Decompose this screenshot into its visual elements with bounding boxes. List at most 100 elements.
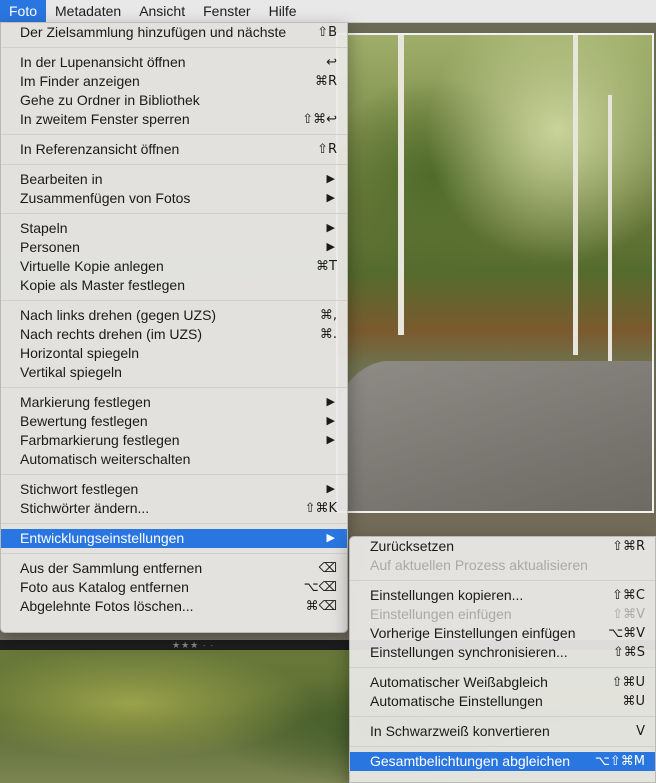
menu-separator [350, 716, 655, 717]
menu-item-label: Automatisch weiterschalten [20, 451, 191, 467]
menu-item-in-schwarzweiss-konvertieren[interactable]: In Schwarzweiß konvertieren V [350, 722, 655, 741]
menu-item-stapeln[interactable]: Stapeln ▶ [1, 219, 347, 238]
shortcut-label: ⌘. [319, 327, 337, 342]
menu-item-label: In zweitem Fenster sperren [20, 111, 190, 127]
develop-settings-submenu: Zurücksetzen ⇧⌘R Auf aktuellen Prozess akt… [349, 536, 656, 783]
menu-item-label: Einstellungen synchronisieren... [370, 644, 568, 660]
menu-separator [1, 474, 347, 475]
menu-item-entwicklungseinstellungen[interactable]: Entwicklungseinstellungen ▶ [1, 529, 347, 548]
menu-separator [350, 667, 655, 668]
shortcut-label: V [636, 724, 645, 739]
submenu-arrow-icon: ▶ [326, 532, 335, 544]
menu-item-im-finder-anzeigen[interactable]: Im Finder anzeigen ⌘R [1, 72, 347, 91]
menu-item-in-referenzansicht-offnen[interactable]: In Referenzansicht öffnen ⇧R [1, 140, 347, 159]
menu-item-der-zielsammlung-hinzufugen-und-nachste[interactable]: Der Zielsammlung hinzufügen und nächste ⇧… [1, 23, 347, 42]
shortcut-label: ⌥⇧⌘M [594, 754, 645, 769]
submenu-arrow-icon: ▶ [326, 415, 335, 427]
menu-item-virtuelle-kopie-anlegen[interactable]: Virtuelle Kopie anlegen ⌘T [1, 257, 347, 276]
birch-trunk [608, 95, 612, 365]
photo-preview[interactable] [336, 33, 654, 513]
shortcut-label: ⇧⌘C [612, 588, 645, 603]
shortcut-label: ⇧⌘↩ [302, 112, 337, 127]
menu-item-farbmarkierung-festlegen[interactable]: Farbmarkierung festlegen ▶ [1, 431, 347, 450]
menu-item-kopie-als-master-festlegen[interactable]: Kopie als Master festlegen [1, 276, 347, 295]
menu-item-label: In der Lupenansicht öffnen [20, 54, 186, 70]
menu-item-einstellungen-synchronisieren[interactable]: Einstellungen synchronisieren... ⇧⌘S [350, 643, 655, 662]
birch-trunk [573, 35, 578, 355]
menu-item-label: Einstellungen kopieren... [370, 587, 524, 603]
menu-item-label: Gesamtbelichtungen abgleichen [370, 753, 571, 769]
menu-separator [350, 746, 655, 747]
shortcut-label: ⌘T [316, 259, 337, 274]
menubar-item-fenster[interactable]: Fenster [194, 0, 259, 22]
shortcut-label: ⌘, [319, 308, 337, 323]
menu-separator [1, 523, 347, 524]
menu-separator [1, 47, 347, 48]
rating-stars[interactable]: ★★★ · · [172, 640, 214, 650]
menu-item-gehe-zu-ordner-in-bibliothek[interactable]: Gehe zu Ordner in Bibliothek [1, 91, 347, 110]
submenu-arrow-icon: ▶ [326, 434, 335, 446]
menu-separator [1, 213, 347, 214]
submenu-arrow-icon: ▶ [326, 173, 335, 185]
shortcut-label: ⌘R [314, 74, 337, 89]
menu-item-label: Im Finder anzeigen [20, 73, 140, 89]
menu-item-label: Gehe zu Ordner in Bibliothek [20, 92, 200, 108]
menu-item-einstellungen-kopieren[interactable]: Einstellungen kopieren... ⇧⌘C [350, 586, 655, 605]
shortcut-label: ⌘⌫ [305, 599, 337, 614]
menu-item-abgelehnte-fotos-loschen[interactable]: Abgelehnte Fotos löschen... ⌘⌫ [1, 597, 347, 616]
menubar-item-metadaten[interactable]: Metadaten [46, 0, 130, 22]
menu-separator [1, 164, 347, 165]
menu-item-label: Virtuelle Kopie anlegen [20, 258, 164, 274]
menu-item-zurucksetzen[interactable]: Zurücksetzen ⇧⌘R [350, 537, 655, 556]
menu-separator [1, 553, 347, 554]
menu-item-label: Vorherige Einstellungen einfügen [370, 625, 576, 641]
shortcut-label: ⇧⌘U [611, 675, 645, 690]
menu-item-bewertung-festlegen[interactable]: Bewertung festlegen ▶ [1, 412, 347, 431]
menu-item-einstellungen-einfugen: Einstellungen einfügen ⇧⌘V [350, 605, 655, 624]
shortcut-label: ⇧R [317, 142, 337, 157]
foto-menu: Der Zielsammlung hinzufügen und nächste ⇧… [0, 22, 348, 633]
menu-item-automatisch-weiterschalten[interactable]: Automatisch weiterschalten [1, 450, 347, 469]
menu-item-stichworter-andern[interactable]: Stichwörter ändern... ⇧⌘K [1, 499, 347, 518]
menu-separator [1, 134, 347, 135]
menu-item-label: Entwicklungseinstellungen [20, 530, 185, 546]
menu-item-label: Aus der Sammlung entfernen [20, 560, 203, 576]
menu-item-gesamtbelichtungen-abgleichen[interactable]: Gesamtbelichtungen abgleichen ⌥⇧⌘M [350, 752, 655, 771]
menu-item-vertikal-spiegeln[interactable]: Vertikal spiegeln [1, 363, 347, 382]
shortcut-label: ⌥⌫ [303, 580, 337, 595]
menu-item-auf-aktuellen-prozess-aktualisieren: Auf aktuellen Prozess aktualisieren [350, 556, 655, 575]
menu-item-label: Nach rechts drehen (im UZS) [20, 326, 203, 342]
shortcut-label: ⌫ [318, 561, 337, 576]
menu-item-in-zweitem-fenster-sperren[interactable]: In zweitem Fenster sperren ⇧⌘↩ [1, 110, 347, 129]
shortcut-label: ⇧⌘S [612, 645, 645, 660]
menu-item-nach-rechts-drehen-im-uzs[interactable]: Nach rechts drehen (im UZS) ⌘. [1, 325, 347, 344]
menu-item-aus-der-sammlung-entfernen[interactable]: Aus der Sammlung entfernen ⌫ [1, 559, 347, 578]
submenu-arrow-icon: ▶ [326, 396, 335, 408]
menu-item-markierung-festlegen[interactable]: Markierung festlegen ▶ [1, 393, 347, 412]
menu-item-label: Horizontal spiegeln [20, 345, 140, 361]
menu-item-label: Personen [20, 239, 80, 255]
menu-item-vorherige-einstellungen-einfugen[interactable]: Vorherige Einstellungen einfügen ⌥⌘V [350, 624, 655, 643]
menu-item-zusammenfugen-von-fotos[interactable]: Zusammenfügen von Fotos ▶ [1, 189, 347, 208]
menu-item-label: Nach links drehen (gegen UZS) [20, 307, 217, 323]
menu-item-stichwort-festlegen[interactable]: Stichwort festlegen ▶ [1, 480, 347, 499]
shortcut-label: ⇧⌘V [612, 607, 645, 622]
menubar-item-foto[interactable]: Foto [0, 0, 47, 22]
menu-item-label: Markierung festlegen [20, 394, 151, 410]
menu-item-in-der-lupenansicht-offnen[interactable]: In der Lupenansicht öffnen ↩ [1, 53, 347, 72]
menu-item-label: Auf aktuellen Prozess aktualisieren [370, 557, 588, 573]
menu-item-automatischer-weissabgleich[interactable]: Automatischer Weißabgleich ⇧⌘U [350, 673, 655, 692]
menu-item-label: Farbmarkierung festlegen [20, 432, 180, 448]
menu-item-automatische-einstellungen[interactable]: Automatische Einstellungen ⌘U [350, 692, 655, 711]
menubar-item-ansicht[interactable]: Ansicht [130, 0, 194, 22]
menu-item-label: Vertikal spiegeln [20, 364, 122, 380]
menu-separator [1, 387, 347, 388]
menu-item-nach-links-drehen-gegen-uzs[interactable]: Nach links drehen (gegen UZS) ⌘, [1, 306, 347, 325]
menu-item-personen[interactable]: Personen ▶ [1, 238, 347, 257]
menubar-item-hilfe[interactable]: Hilfe [260, 0, 306, 22]
menu-item-foto-aus-katalog-entfernen[interactable]: Foto aus Katalog entfernen ⌥⌫ [1, 578, 347, 597]
menu-item-label: Bearbeiten in [20, 171, 103, 187]
menu-item-bearbeiten-in[interactable]: Bearbeiten in ▶ [1, 170, 347, 189]
menu-item-label: Stichwort festlegen [20, 481, 139, 497]
menu-item-horizontal-spiegeln[interactable]: Horizontal spiegeln [1, 344, 347, 363]
